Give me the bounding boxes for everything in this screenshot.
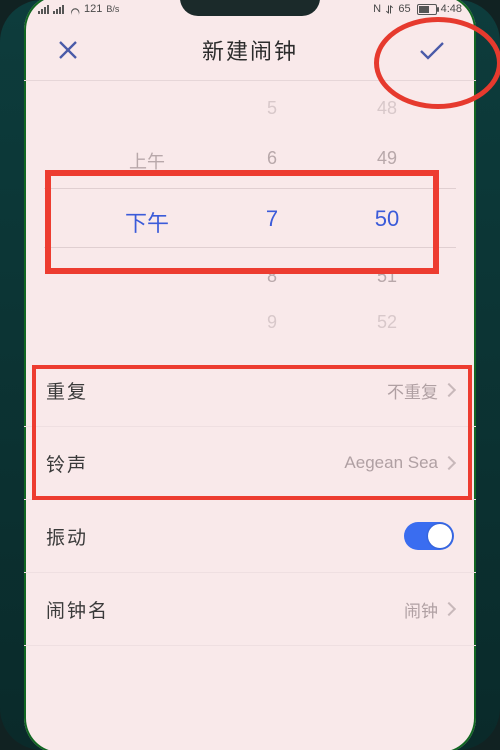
- settings-list: 重复 不重复 铃声 Aegean Sea 振动 闹钟名: [24, 354, 476, 646]
- row-alarm-name-value: 闹钟: [404, 597, 438, 622]
- minute-option: 49: [322, 148, 452, 169]
- row-ringtone[interactable]: 铃声 Aegean Sea: [24, 427, 476, 500]
- row-alarm-name-label: 闹钟名: [46, 596, 109, 623]
- close-button[interactable]: [48, 30, 88, 70]
- battery-percent: 65: [398, 3, 410, 15]
- row-vibrate-label: 振动: [46, 523, 88, 550]
- row-ringtone-label: 铃声: [46, 450, 88, 477]
- ampm-option: 上午: [82, 148, 212, 174]
- minute-option: 52: [322, 312, 452, 333]
- chevron-right-icon: [442, 602, 456, 616]
- confirm-button[interactable]: [412, 30, 452, 70]
- phone-frame: 121 B/s N ⇋ 65 4:48 新建闹钟: [0, 0, 500, 750]
- ampm-selected: 下午: [82, 206, 212, 238]
- hour-selected: 7: [222, 206, 322, 232]
- hour-option: 9: [222, 312, 322, 333]
- row-repeat-value: 不重复: [387, 378, 438, 403]
- hour-option: 6: [222, 148, 322, 169]
- row-repeat-label: 重复: [46, 377, 88, 404]
- chevron-right-icon: [442, 383, 456, 397]
- signal-bars-icon-2: [53, 5, 64, 14]
- toggle-knob: [428, 524, 452, 548]
- close-icon: [57, 39, 79, 61]
- minute-selected: 50: [322, 206, 452, 232]
- status-clock: 4:48: [441, 3, 462, 15]
- ampm-column[interactable]: 上午 下午: [82, 84, 212, 346]
- hour-option: 5: [222, 98, 322, 119]
- wifi-icon: [68, 4, 80, 14]
- notch: [180, 0, 320, 16]
- row-repeat[interactable]: 重复 不重复: [24, 354, 476, 427]
- nfc-icon: N: [373, 3, 381, 15]
- header-divider: [24, 80, 476, 81]
- row-ringtone-value: Aegean Sea: [344, 453, 438, 473]
- hour-option: 8: [222, 266, 322, 287]
- row-vibrate[interactable]: 振动: [24, 500, 476, 573]
- minute-option: 48: [322, 98, 452, 119]
- net-speed-unit: B/s: [106, 4, 119, 14]
- page-title: 新建闹钟: [202, 34, 298, 66]
- screen: 121 B/s N ⇋ 65 4:48 新建闹钟: [24, 0, 476, 750]
- battery-icon: [417, 4, 437, 15]
- hour-column[interactable]: 5 6 7 8 9: [222, 84, 322, 346]
- checkmark-icon: [418, 39, 446, 61]
- header: 新建闹钟: [24, 22, 476, 78]
- minute-option: 51: [322, 266, 452, 287]
- chevron-right-icon: [442, 456, 456, 470]
- net-speed: 121: [84, 3, 102, 15]
- vibrate-toggle[interactable]: [404, 522, 454, 550]
- time-picker[interactable]: 上午 下午 5 6 7 8 9 48 49 50 51 52: [24, 84, 476, 346]
- row-alarm-name[interactable]: 闹钟名 闹钟: [24, 573, 476, 646]
- signal-bars-icon: [38, 5, 49, 14]
- minute-column[interactable]: 48 49 50 51 52: [322, 84, 452, 346]
